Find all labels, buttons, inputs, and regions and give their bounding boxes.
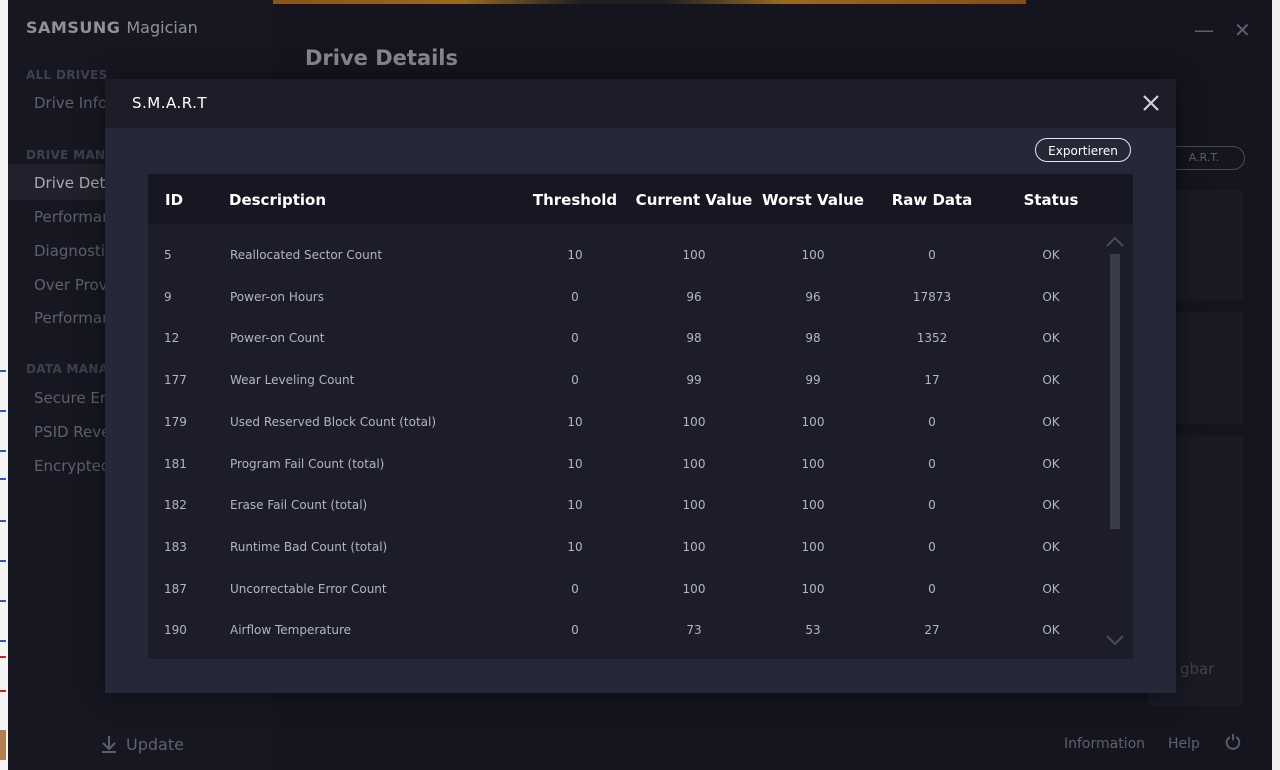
- column-header-current-value: Current Value: [635, 191, 753, 209]
- cell-description: Program Fail Count (total): [230, 456, 385, 471]
- cell-status: OK: [1042, 623, 1060, 638]
- cell-description: Wear Leveling Count: [230, 373, 355, 388]
- cell-description: Power-on Hours: [230, 289, 324, 304]
- cell-current-value: 73: [686, 623, 702, 638]
- cell-raw-data: 17: [924, 373, 940, 388]
- table-row[interactable]: 190 Airflow Temperature 0 73 53 27 OK: [148, 610, 1108, 652]
- cell-worst-value: 96: [805, 289, 821, 304]
- table-row[interactable]: 179 Used Reserved Block Count (total) 10 10…: [148, 402, 1108, 444]
- cell-description: Power-on Count: [230, 331, 325, 346]
- dialog-title: S.M.A.R.T: [132, 94, 208, 112]
- cell-raw-data: 27: [924, 623, 940, 638]
- dialog-header: S.M.A.R.T: [105, 79, 1176, 128]
- cell-worst-value: 100: [801, 456, 825, 471]
- smart-dialog: S.M.A.R.T Exportieren ID Description Thr…: [105, 79, 1176, 693]
- cell-worst-value: 53: [805, 623, 821, 638]
- cell-current-value: 100: [682, 248, 706, 262]
- cell-id: 182: [164, 498, 187, 513]
- cell-description: Used Reserved Block Count (total): [230, 414, 437, 429]
- table-row[interactable]: 5 Reallocated Sector Count 10 100 100 0 OK: [148, 235, 1108, 277]
- cell-worst-value: 100: [801, 498, 825, 513]
- background-window-edge: [0, 0, 8, 770]
- cell-raw-data: 17873: [912, 289, 952, 304]
- table-row[interactable]: 12 Power-on Count 0 98 98 1352 OK: [148, 318, 1108, 360]
- cell-description: Airflow Temperature: [230, 623, 352, 638]
- column-header-description: Description: [229, 191, 327, 209]
- table-row[interactable]: 181 Program Fail Count (total) 10 100 100 0 OK: [148, 444, 1108, 486]
- cell-status: OK: [1042, 373, 1060, 388]
- column-header-raw-data: Raw Data: [891, 191, 973, 209]
- cell-id: 190: [164, 623, 187, 638]
- cell-threshold: 10: [567, 248, 583, 262]
- cell-status: OK: [1042, 248, 1060, 262]
- table-row[interactable]: 182 Erase Fail Count (total) 10 100 100 0 OK: [148, 485, 1108, 527]
- cell-threshold: 0: [571, 373, 579, 388]
- cell-id: 187: [164, 581, 187, 596]
- cell-threshold: 0: [571, 581, 579, 596]
- close-icon[interactable]: [1141, 93, 1161, 113]
- cell-description: Runtime Bad Count (total): [230, 539, 388, 554]
- cell-worst-value: 100: [801, 414, 825, 429]
- cell-raw-data: 0: [928, 414, 936, 429]
- cell-id: 183: [164, 539, 187, 554]
- cell-status: OK: [1042, 331, 1060, 346]
- cell-threshold: 10: [567, 456, 583, 471]
- table-header: ID Description Threshold Current Value W…: [148, 174, 1133, 224]
- cell-worst-value: 99: [805, 373, 821, 388]
- cell-status: OK: [1042, 498, 1060, 513]
- cell-worst-value: 98: [805, 331, 821, 346]
- chevron-down-icon[interactable]: [1105, 633, 1125, 647]
- cell-raw-data: 1352: [916, 331, 948, 346]
- cell-id: 9: [164, 289, 172, 304]
- cell-status: OK: [1042, 539, 1060, 554]
- scrollbar-thumb[interactable]: [1110, 254, 1120, 529]
- cell-current-value: 100: [682, 456, 706, 471]
- column-header-worst-value: Worst Value: [762, 191, 864, 209]
- cell-threshold: 10: [567, 539, 583, 554]
- cell-id: 177: [164, 373, 187, 388]
- export-button[interactable]: Exportieren: [1035, 138, 1131, 162]
- cell-raw-data: 0: [928, 498, 936, 513]
- cell-current-value: 100: [682, 539, 706, 554]
- cell-current-value: 100: [682, 581, 706, 596]
- cell-threshold: 0: [571, 289, 579, 304]
- cell-threshold: 10: [567, 498, 583, 513]
- cell-raw-data: 0: [928, 539, 936, 554]
- cell-worst-value: 100: [801, 581, 825, 596]
- table-row[interactable]: 183 Runtime Bad Count (total) 10 100 100 0 OK: [148, 527, 1108, 569]
- chevron-up-icon[interactable]: [1105, 235, 1125, 249]
- cell-threshold: 0: [571, 623, 579, 638]
- cell-raw-data: 0: [928, 581, 936, 596]
- cell-threshold: 0: [571, 331, 579, 346]
- cell-current-value: 98: [686, 331, 702, 346]
- table-row[interactable]: 9 Power-on Hours 0 96 96 17873 OK: [148, 277, 1108, 319]
- cell-current-value: 100: [682, 498, 706, 513]
- cell-status: OK: [1042, 414, 1060, 429]
- table-row[interactable]: 187 Uncorrectable Error Count 0 100 100 0 OK: [148, 569, 1108, 611]
- cell-id: 181: [164, 456, 187, 471]
- cell-worst-value: 100: [801, 539, 825, 554]
- cell-status: OK: [1042, 289, 1060, 304]
- cell-raw-data: 0: [928, 248, 936, 262]
- cell-raw-data: 0: [928, 456, 936, 471]
- column-header-status: Status: [1023, 191, 1079, 209]
- table-row[interactable]: 177 Wear Leveling Count 0 99 99 17 OK: [148, 360, 1108, 402]
- cell-worst-value: 100: [801, 248, 825, 262]
- cell-id: 12: [164, 331, 180, 346]
- cell-status: OK: [1042, 456, 1060, 471]
- cell-id: 179: [164, 414, 187, 429]
- cell-threshold: 10: [567, 414, 583, 429]
- cell-current-value: 100: [682, 414, 706, 429]
- cell-status: OK: [1042, 581, 1060, 596]
- cell-current-value: 96: [686, 289, 702, 304]
- cell-description: Reallocated Sector Count: [230, 248, 383, 262]
- column-header-id: ID: [165, 191, 184, 209]
- smart-table: ID Description Threshold Current Value W…: [148, 174, 1133, 659]
- column-header-threshold: Threshold: [532, 191, 618, 209]
- cell-id: 5: [164, 248, 172, 262]
- cell-description: Erase Fail Count (total): [230, 498, 368, 513]
- cell-current-value: 99: [686, 373, 702, 388]
- cell-description: Uncorrectable Error Count: [230, 581, 387, 596]
